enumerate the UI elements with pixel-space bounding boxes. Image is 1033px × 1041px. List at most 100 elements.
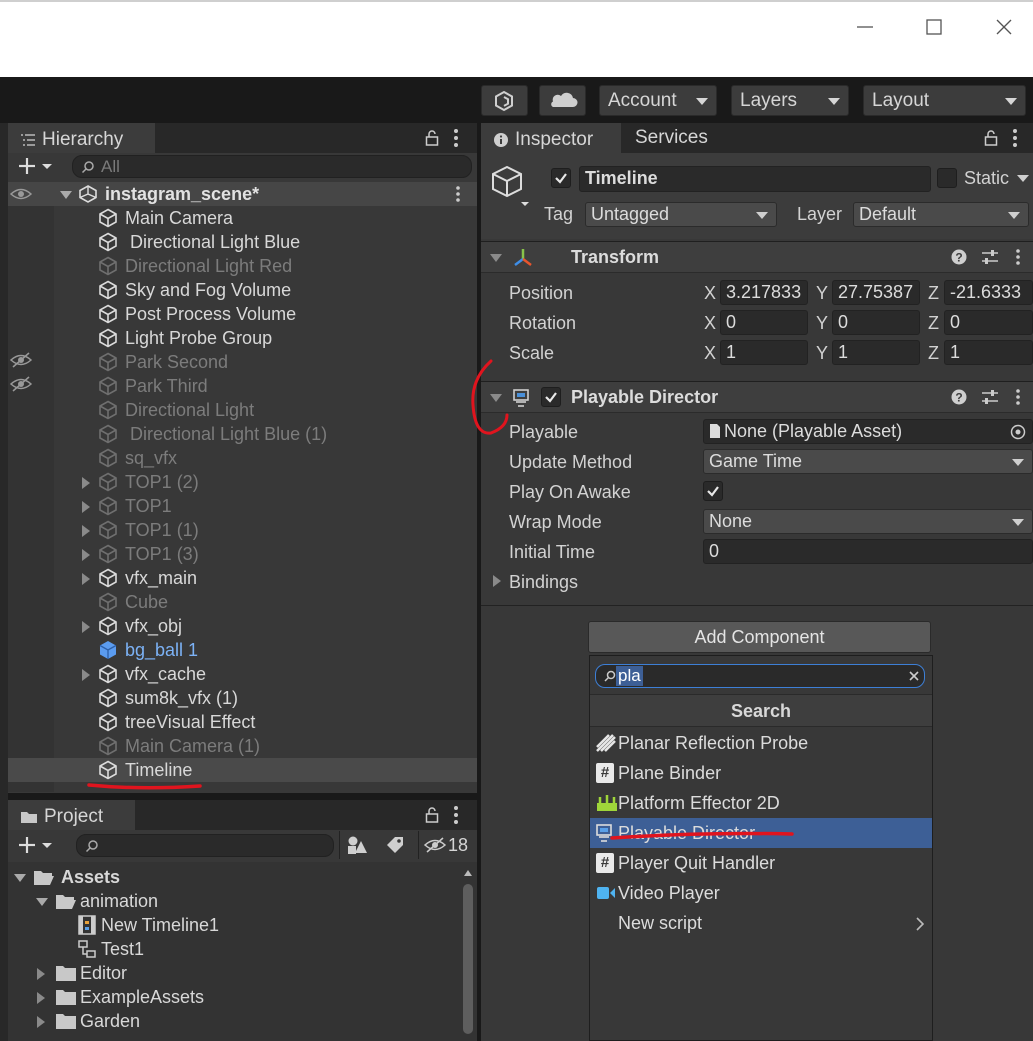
expand-arrow-icon[interactable]: [82, 669, 90, 681]
hierarchy-item[interactable]: Timeline: [8, 758, 477, 782]
rotation-y-field[interactable]: 0: [832, 310, 920, 335]
component-item-planar-reflection-probe[interactable]: Planar Reflection Probe: [590, 728, 932, 758]
bindings-foldout[interactable]: Bindings: [509, 572, 578, 593]
tree-item-garden[interactable]: Garden: [8, 1009, 477, 1033]
clear-search-icon[interactable]: [908, 670, 920, 682]
expand-arrow-icon[interactable]: [82, 501, 90, 513]
project-search-input[interactable]: [76, 834, 334, 857]
component-item-playable-director[interactable]: Playable Director: [590, 818, 932, 848]
hierarchy-item[interactable]: Directional Light Blue (1): [8, 422, 477, 446]
collapse-arrow-icon[interactable]: [60, 191, 72, 199]
playable-object-field[interactable]: None (Playable Asset): [703, 419, 1033, 444]
tab-project[interactable]: Project: [8, 800, 135, 830]
tree-item-test1[interactable]: Test1: [8, 937, 477, 961]
tree-item-editor[interactable]: Editor: [8, 961, 477, 985]
gameobject-icon[interactable]: [490, 164, 530, 208]
hierarchy-item[interactable]: vfx_cache: [8, 662, 477, 686]
playable-director-header[interactable]: Playable Director ?: [481, 381, 1033, 413]
component-item-plane-binder[interactable]: # Plane Binder: [590, 758, 932, 788]
play-on-awake-checkbox[interactable]: [703, 481, 723, 501]
expand-arrow-icon[interactable]: [82, 477, 90, 489]
hierarchy-item[interactable]: Post Process Volume: [8, 302, 477, 326]
position-z-field[interactable]: -21.6333: [944, 280, 1033, 305]
lock-icon[interactable]: [425, 129, 439, 147]
filter-by-type-icon[interactable]: [346, 835, 368, 855]
help-icon[interactable]: ?: [951, 389, 967, 405]
hierarchy-item[interactable]: vfx_obj: [8, 614, 477, 638]
hierarchy-item[interactable]: treeVisual Effect: [8, 710, 477, 734]
component-item-player-quit-handler[interactable]: # Player Quit Handler: [590, 848, 932, 878]
maximize-button[interactable]: [919, 12, 949, 42]
lock-icon[interactable]: [425, 806, 439, 824]
preset-sliders-icon[interactable]: [981, 249, 999, 265]
tree-item-animation[interactable]: animation: [8, 889, 477, 913]
collapse-arrow-icon[interactable]: [14, 874, 26, 882]
hierarchy-item[interactable]: TOP1 (1): [8, 518, 477, 542]
hierarchy-item[interactable]: TOP1 (2): [8, 470, 477, 494]
object-picker-icon[interactable]: [1010, 424, 1026, 440]
kebab-menu-icon[interactable]: [1011, 128, 1019, 148]
layer-dropdown[interactable]: Default: [853, 202, 1029, 227]
kebab-menu-icon[interactable]: [1015, 388, 1021, 406]
add-component-button[interactable]: Add Component: [588, 621, 931, 653]
rotation-z-field[interactable]: 0: [944, 310, 1033, 335]
preset-sliders-icon[interactable]: [981, 389, 999, 405]
hierarchy-item[interactable]: Light Probe Group: [8, 326, 477, 350]
create-dropdown-button[interactable]: [16, 154, 56, 178]
tree-item-exampleassets[interactable]: ExampleAssets: [8, 985, 477, 1009]
minimize-button[interactable]: [850, 12, 880, 42]
hierarchy-item[interactable]: vfx_main: [8, 566, 477, 590]
hierarchy-item[interactable]: Cube: [8, 590, 477, 614]
hierarchy-item[interactable]: Directional Light Blue: [8, 230, 477, 254]
scale-z-field[interactable]: 1: [944, 340, 1033, 365]
filter-by-label-icon[interactable]: [385, 835, 405, 855]
hierarchy-item[interactable]: Main Camera (1): [8, 734, 477, 758]
tab-services[interactable]: Services: [635, 123, 745, 153]
tree-item-assets[interactable]: Assets: [8, 865, 477, 889]
tab-inspector[interactable]: Inspector: [481, 123, 621, 153]
position-y-field[interactable]: 27.75387: [832, 280, 920, 305]
tree-item-new-timeline1[interactable]: New Timeline1: [8, 913, 477, 937]
initial-time-field[interactable]: 0: [703, 539, 1033, 564]
layers-dropdown[interactable]: Layers: [731, 85, 849, 116]
cloud-button[interactable]: [539, 85, 586, 116]
scrollbar-thumb[interactable]: [463, 884, 473, 1034]
kebab-menu-icon[interactable]: [452, 128, 460, 148]
hierarchy-item[interactable]: bg_ball 1: [8, 638, 477, 662]
active-checkbox[interactable]: [551, 168, 571, 188]
hierarchy-search-input[interactable]: All: [72, 155, 472, 178]
static-dropdown-arrow-icon[interactable]: [1017, 175, 1029, 182]
rotation-x-field[interactable]: 0: [720, 310, 808, 335]
account-dropdown[interactable]: Account: [599, 85, 717, 116]
hierarchy-item[interactable]: sum8k_vfx (1): [8, 686, 477, 710]
help-icon[interactable]: ?: [951, 249, 967, 265]
hierarchy-item[interactable]: Main Camera: [8, 206, 477, 230]
expand-arrow-icon[interactable]: [82, 621, 90, 633]
scale-x-field[interactable]: 1: [720, 340, 808, 365]
component-item-platform-effector-2d[interactable]: Platform Effector 2D: [590, 788, 932, 818]
hierarchy-item[interactable]: sq_vfx: [8, 446, 477, 470]
hierarchy-item[interactable]: Park Second: [8, 350, 477, 374]
scene-header-row[interactable]: instagram_scene*: [8, 182, 477, 206]
collab-button[interactable]: [481, 85, 528, 116]
kebab-menu-icon[interactable]: [1015, 248, 1021, 266]
kebab-menu-icon[interactable]: [454, 185, 462, 203]
component-search-input[interactable]: pla: [595, 664, 925, 688]
expand-arrow-icon[interactable]: [37, 1016, 45, 1028]
component-item-video-player[interactable]: Video Player: [590, 878, 932, 908]
expand-arrow-icon[interactable]: [493, 575, 501, 587]
layout-dropdown[interactable]: Layout: [863, 85, 1026, 116]
collapse-arrow-icon[interactable]: [490, 254, 502, 262]
transform-header[interactable]: Transform ?: [481, 241, 1033, 273]
scale-y-field[interactable]: 1: [832, 340, 920, 365]
position-x-field[interactable]: 3.217833: [720, 280, 808, 305]
expand-arrow-icon[interactable]: [37, 992, 45, 1004]
static-checkbox[interactable]: [937, 168, 957, 188]
object-name-field[interactable]: Timeline: [579, 166, 931, 192]
wrap-mode-dropdown[interactable]: None: [703, 509, 1033, 534]
kebab-menu-icon[interactable]: [452, 805, 460, 825]
component-item-new-script[interactable]: New script: [590, 908, 932, 938]
expand-arrow-icon[interactable]: [37, 968, 45, 980]
tag-dropdown[interactable]: Untagged: [585, 202, 777, 227]
hierarchy-item[interactable]: TOP1 (3): [8, 542, 477, 566]
